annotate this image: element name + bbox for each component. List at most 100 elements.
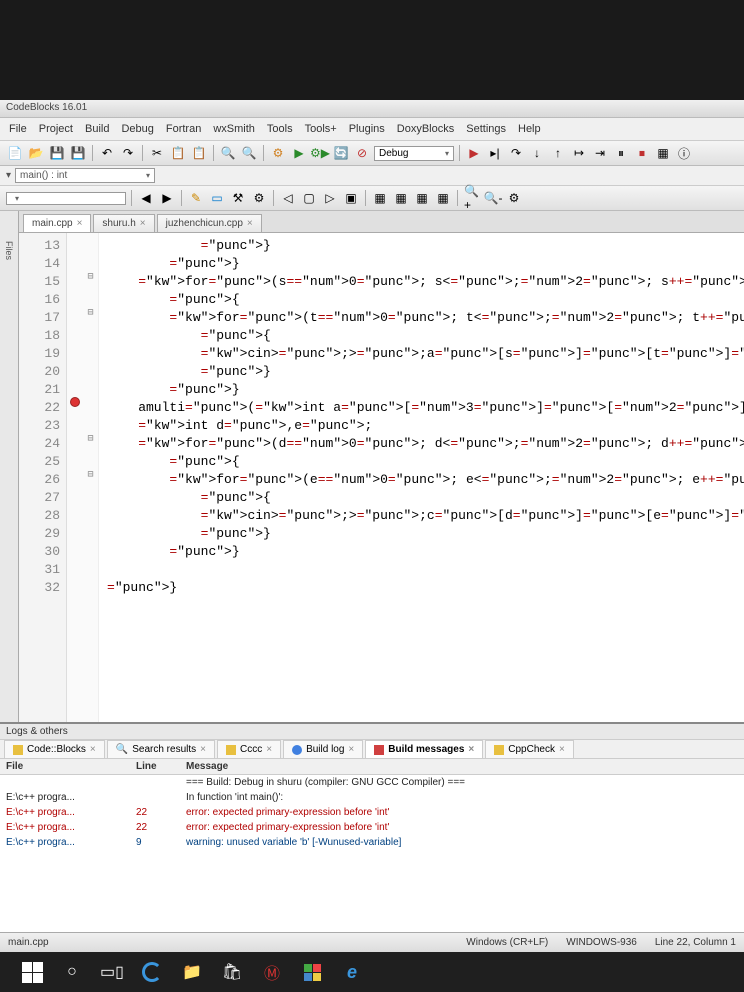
- menu-file[interactable]: File: [6, 121, 30, 137]
- tab-juzhenchicun-cpp[interactable]: juzhenchicun.cpp ×: [157, 214, 262, 232]
- step-out-icon[interactable]: ↑: [549, 144, 567, 162]
- clear-bookmark-icon[interactable]: ▣: [342, 189, 360, 207]
- menu-settings[interactable]: Settings: [463, 121, 509, 137]
- stop-debug-icon[interactable]: ⏹: [633, 144, 651, 162]
- doxy1-icon[interactable]: ▦: [371, 189, 389, 207]
- code-editor[interactable]: 1314151617181920212223242526272829303132…: [19, 233, 744, 722]
- redo-icon[interactable]: ↷: [119, 144, 137, 162]
- build-target-combo[interactable]: Debug: [374, 146, 454, 161]
- menu-tools[interactable]: Tools: [264, 121, 296, 137]
- run-to-cursor-icon[interactable]: ▸|: [486, 144, 504, 162]
- tool-icon[interactable]: ⚒: [229, 189, 247, 207]
- code-lines[interactable]: ="punc">} ="punc">} ="kw">for="punc">(s=…: [99, 233, 744, 722]
- back-icon[interactable]: ◀: [137, 189, 155, 207]
- paste-icon[interactable]: 📋: [190, 144, 208, 162]
- next-bookmark-icon[interactable]: ▷: [321, 189, 339, 207]
- undo-icon[interactable]: ↶: [98, 144, 116, 162]
- run-icon[interactable]: ▶: [290, 144, 308, 162]
- breakpoint-margin[interactable]: [67, 233, 83, 722]
- rebuild-icon[interactable]: 🔄: [332, 144, 350, 162]
- col-line[interactable]: Line: [130, 759, 180, 774]
- col-file[interactable]: File: [0, 759, 130, 774]
- edge-icon[interactable]: [140, 960, 164, 984]
- info-icon[interactable]: ⓘ: [675, 144, 693, 162]
- close-icon[interactable]: ×: [348, 744, 354, 755]
- menu-doxyblocks[interactable]: DoxyBlocks: [394, 121, 457, 137]
- fold-margin[interactable]: ⊟⊟⊟⊟: [83, 233, 99, 722]
- log-row[interactable]: E:\c++ progra...22error: expected primar…: [0, 805, 744, 820]
- log-row[interactable]: E:\c++ progra...9warning: unused variabl…: [0, 835, 744, 850]
- settings-icon[interactable]: ⚙: [505, 189, 523, 207]
- copy-icon[interactable]: 📋: [169, 144, 187, 162]
- log-tab-codeblocks[interactable]: Code::Blocks×: [4, 740, 105, 758]
- ie-icon[interactable]: e: [340, 960, 364, 984]
- tab-shuru-h[interactable]: shuru.h ×: [93, 214, 154, 232]
- col-message[interactable]: Message: [180, 759, 744, 774]
- log-tab-cccc[interactable]: Cccc×: [217, 740, 281, 758]
- save-icon[interactable]: 💾: [48, 144, 66, 162]
- tab-main-cpp[interactable]: main.cpp ×: [23, 214, 91, 232]
- new-file-icon[interactable]: 📄: [6, 144, 24, 162]
- highlight-icon[interactable]: ✎: [187, 189, 205, 207]
- build-run-icon[interactable]: ⚙▶: [311, 144, 329, 162]
- menu-plugins[interactable]: Plugins: [346, 121, 388, 137]
- codeblocks-icon[interactable]: [300, 960, 324, 984]
- log-row[interactable]: === Build: Debug in shuru (compiler: GNU…: [0, 775, 744, 790]
- next-line-icon[interactable]: ↷: [507, 144, 525, 162]
- log-tab-buildmsg[interactable]: Build messages×: [365, 740, 483, 758]
- cut-icon[interactable]: ✂: [148, 144, 166, 162]
- log-tab-search[interactable]: 🔍Search results×: [107, 740, 215, 758]
- close-icon[interactable]: ×: [140, 218, 146, 229]
- log-tab-cppcheck[interactable]: CppCheck×: [485, 740, 574, 758]
- tool2-icon[interactable]: ⚙: [250, 189, 268, 207]
- store-icon[interactable]: 🛍: [220, 960, 244, 984]
- debug-windows-icon[interactable]: ▦: [654, 144, 672, 162]
- empty-combo[interactable]: [6, 192, 126, 205]
- close-icon[interactable]: ×: [468, 744, 474, 755]
- menu-debug[interactable]: Debug: [118, 121, 156, 137]
- close-icon[interactable]: ×: [77, 218, 83, 229]
- start-button[interactable]: [20, 960, 44, 984]
- menu-toolsplus[interactable]: Tools+: [302, 121, 340, 137]
- menu-wxsmith[interactable]: wxSmith: [210, 121, 258, 137]
- debug-start-icon[interactable]: ▶: [465, 144, 483, 162]
- breakpoint-icon[interactable]: [70, 397, 80, 407]
- folder-icon[interactable]: 📁: [180, 960, 204, 984]
- scope-combo[interactable]: main() : int: [15, 168, 155, 183]
- find-icon[interactable]: 🔍: [219, 144, 237, 162]
- break-icon[interactable]: ⏸: [612, 144, 630, 162]
- mcafee-icon[interactable]: Ⓜ: [260, 960, 284, 984]
- doxy4-icon[interactable]: ▦: [434, 189, 452, 207]
- select-icon[interactable]: ▭: [208, 189, 226, 207]
- save-all-icon[interactable]: 💾: [69, 144, 87, 162]
- close-icon[interactable]: ×: [247, 218, 253, 229]
- zoom-in-icon[interactable]: 🔍+: [463, 189, 481, 207]
- close-icon[interactable]: ×: [559, 744, 565, 755]
- forward-icon[interactable]: ▶: [158, 189, 176, 207]
- task-view-icon[interactable]: ▭▯: [100, 960, 124, 984]
- log-row[interactable]: E:\c++ progra...In function 'int main()'…: [0, 790, 744, 805]
- menu-fortran[interactable]: Fortran: [163, 121, 204, 137]
- replace-icon[interactable]: 🔍: [240, 144, 258, 162]
- menu-build[interactable]: Build: [82, 121, 112, 137]
- close-icon[interactable]: ×: [200, 744, 206, 755]
- step-instr-icon[interactable]: ⇥: [591, 144, 609, 162]
- log-tab-buildlog[interactable]: Build log×: [283, 740, 363, 758]
- build-icon[interactable]: ⚙: [269, 144, 287, 162]
- step-into-icon[interactable]: ↓: [528, 144, 546, 162]
- abort-icon[interactable]: ⊘: [353, 144, 371, 162]
- cortana-icon[interactable]: ○: [60, 960, 84, 984]
- menu-project[interactable]: Project: [36, 121, 76, 137]
- doxy2-icon[interactable]: ▦: [392, 189, 410, 207]
- doxy3-icon[interactable]: ▦: [413, 189, 431, 207]
- next-instr-icon[interactable]: ↦: [570, 144, 588, 162]
- zoom-out-icon[interactable]: 🔍-: [484, 189, 502, 207]
- toggle-bookmark-icon[interactable]: ▢: [300, 189, 318, 207]
- menu-help[interactable]: Help: [515, 121, 544, 137]
- prev-bookmark-icon[interactable]: ◁: [279, 189, 297, 207]
- side-tab-files[interactable]: Files: [0, 231, 18, 270]
- open-icon[interactable]: 📂: [27, 144, 45, 162]
- close-icon[interactable]: ×: [266, 744, 272, 755]
- close-icon[interactable]: ×: [90, 744, 96, 755]
- log-row[interactable]: E:\c++ progra...22error: expected primar…: [0, 820, 744, 835]
